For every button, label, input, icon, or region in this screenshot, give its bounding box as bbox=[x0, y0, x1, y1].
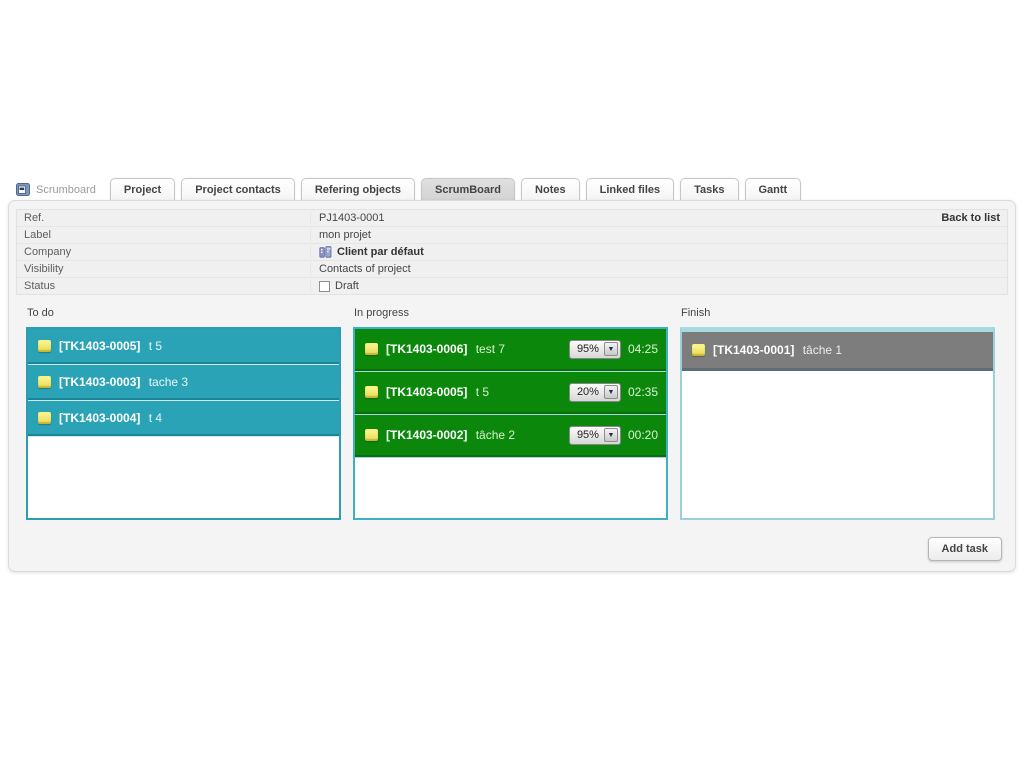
dropdown-arrow-icon[interactable]: ▼ bbox=[603, 342, 618, 356]
progress-select[interactable]: 20% ▼ bbox=[568, 382, 621, 402]
field-label-label: Label bbox=[17, 229, 311, 241]
task-ref: [TK1403-0002] bbox=[386, 428, 468, 442]
tab-project-contacts[interactable]: Project contacts bbox=[181, 178, 295, 200]
field-value-ref: PJ1403-0001 bbox=[319, 212, 385, 224]
field-label-status: Status bbox=[17, 280, 311, 292]
task-ref: [TK1403-0005] bbox=[386, 385, 468, 399]
tab-bar: Scrumboard Project Project contacts Refe… bbox=[10, 177, 807, 200]
task-card[interactable]: [TK1403-0006] test 7 95% ▼ 04:25 bbox=[355, 329, 666, 371]
inprogress-dropzone[interactable]: [TK1403-0006] test 7 95% ▼ 04:25 [TK1403… bbox=[353, 327, 668, 520]
progress-value: 95% bbox=[576, 343, 599, 355]
task-icon bbox=[365, 386, 378, 398]
dropdown-arrow-icon[interactable]: ▼ bbox=[603, 428, 618, 442]
tab-project[interactable]: Project bbox=[109, 178, 176, 200]
field-row-status: Status Draft bbox=[17, 278, 1007, 294]
task-title: tache 3 bbox=[145, 374, 189, 389]
todo-dropzone[interactable]: [TK1403-0005] t 5 [TK1403-0003] tache 3 … bbox=[26, 327, 341, 520]
field-label-ref: Ref. bbox=[17, 212, 311, 224]
field-row-visibility: Visibility Contacts of project bbox=[17, 261, 1007, 278]
task-card[interactable]: [TK1403-0001] tâche 1 bbox=[682, 332, 993, 371]
back-to-list-link[interactable]: Back to list bbox=[941, 212, 1000, 224]
progress-select[interactable]: 95% ▼ bbox=[568, 339, 621, 359]
draft-checkbox[interactable] bbox=[319, 280, 330, 292]
board-column-finish: Finish [TK1403-0001] tâche 1 bbox=[680, 307, 995, 520]
scrumboard-page: Scrumboard Project Project contacts Refe… bbox=[0, 0, 1024, 768]
task-card[interactable]: [TK1403-0002] tâche 2 95% ▼ 00:20 bbox=[355, 415, 666, 457]
task-title: test 7 bbox=[472, 342, 506, 356]
board-column-inprogress: In progress [TK1403-0006] test 7 95% ▼ 0… bbox=[353, 307, 668, 520]
tab-notes[interactable]: Notes bbox=[521, 178, 580, 200]
progress-value: 95% bbox=[576, 429, 599, 441]
task-title: t 4 bbox=[145, 410, 163, 425]
field-label-company: Company bbox=[17, 246, 311, 258]
module-label: Scrumboard bbox=[10, 183, 110, 200]
task-ref: [TK1403-0005] bbox=[59, 338, 141, 353]
task-card[interactable]: [TK1403-0004] t 4 bbox=[28, 401, 339, 436]
tab-refering-objects[interactable]: Refering objects bbox=[300, 178, 415, 200]
time-spent: 04:25 bbox=[627, 342, 658, 356]
task-icon bbox=[365, 343, 378, 355]
board-column-title: To do bbox=[27, 307, 54, 319]
board-column-title: Finish bbox=[681, 307, 711, 319]
task-icon bbox=[365, 429, 378, 441]
task-ref: [TK1403-0001] bbox=[713, 343, 795, 357]
field-row-ref: Ref. PJ1403-0001 Back to list bbox=[17, 210, 1007, 227]
add-task-button[interactable]: Add task bbox=[927, 537, 1002, 561]
company-icon bbox=[319, 246, 332, 258]
progress-select[interactable]: 95% ▼ bbox=[568, 425, 621, 445]
tab-gantt[interactable]: Gantt bbox=[744, 178, 802, 200]
finish-dropzone[interactable]: [TK1403-0001] tâche 1 bbox=[680, 327, 995, 520]
field-value-label: mon projet bbox=[319, 229, 371, 241]
task-title: t 5 bbox=[145, 338, 163, 353]
task-card[interactable]: [TK1403-0005] t 5 bbox=[28, 329, 339, 364]
field-value-visibility: Contacts of project bbox=[319, 263, 411, 275]
field-row-label: Label mon projet bbox=[17, 227, 1007, 244]
task-card[interactable]: [TK1403-0005] t 5 20% ▼ 02:35 bbox=[355, 372, 666, 414]
field-row-company: Company Client par défaut bbox=[17, 244, 1007, 261]
board-column-title: In progress bbox=[354, 307, 410, 319]
tab-tasks[interactable]: Tasks bbox=[680, 178, 739, 200]
board-column-todo: To do [TK1403-0005] t 5 [TK1403-0003] ta… bbox=[26, 307, 341, 520]
tab-scrumboard[interactable]: ScrumBoard bbox=[421, 178, 516, 200]
task-title: tâche 1 bbox=[799, 343, 843, 357]
tab-linked-files[interactable]: Linked files bbox=[585, 178, 675, 200]
company-link[interactable]: Client par défaut bbox=[337, 246, 424, 258]
task-icon bbox=[38, 375, 51, 388]
task-ref: [TK1403-0004] bbox=[59, 410, 141, 425]
progress-value: 20% bbox=[576, 386, 599, 398]
task-title: tâche 2 bbox=[472, 428, 516, 442]
field-label-visibility: Visibility bbox=[17, 263, 311, 275]
module-label-text: Scrumboard bbox=[36, 183, 96, 196]
dropdown-arrow-icon[interactable]: ▼ bbox=[603, 385, 618, 399]
task-ref: [TK1403-0003] bbox=[59, 374, 141, 389]
time-spent: 00:20 bbox=[627, 428, 658, 442]
task-card[interactable]: [TK1403-0003] tache 3 bbox=[28, 365, 339, 400]
task-icon bbox=[38, 339, 51, 352]
task-ref: [TK1403-0006] bbox=[386, 342, 468, 356]
task-title: t 5 bbox=[472, 385, 490, 399]
field-value-status: Draft bbox=[335, 280, 359, 292]
task-icon bbox=[692, 344, 705, 356]
scrumboard-module-icon bbox=[16, 183, 30, 196]
project-panel: Ref. PJ1403-0001 Back to list Label mon … bbox=[8, 200, 1016, 572]
project-info-table: Ref. PJ1403-0001 Back to list Label mon … bbox=[16, 209, 1008, 295]
scrum-board: To do [TK1403-0005] t 5 [TK1403-0003] ta… bbox=[9, 295, 1015, 520]
task-icon bbox=[38, 411, 51, 424]
time-spent: 02:35 bbox=[627, 385, 658, 399]
